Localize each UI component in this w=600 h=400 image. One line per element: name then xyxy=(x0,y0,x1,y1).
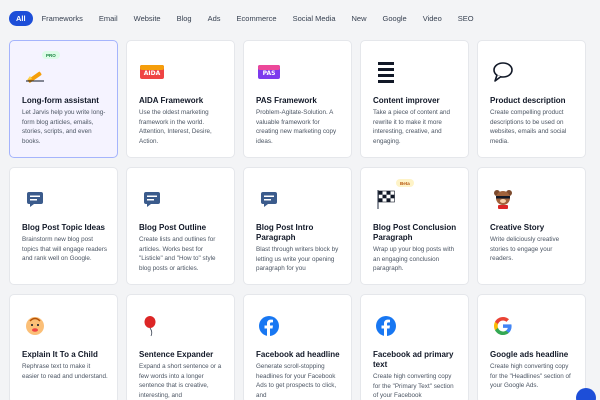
card-title: Explain It To a Child xyxy=(22,350,98,359)
filter-website[interactable]: Website xyxy=(127,11,168,26)
card-description: Rephrase text to make it easier to read … xyxy=(22,363,108,380)
card-description: Create high converting copy for the "Hea… xyxy=(490,363,571,389)
card-title: Creative Story xyxy=(490,223,545,232)
chat-icon xyxy=(139,186,165,212)
template-grid: PRO Long-form assistant Let Jarvis help … xyxy=(9,40,600,285)
card-title: Google ads headline xyxy=(490,350,569,359)
card-description: Let Jarvis help you write long-form blog… xyxy=(22,109,106,145)
pas-icon-text: PAS xyxy=(263,70,276,77)
template-card-facebook-ad-headline[interactable]: Facebook ad headline Generate scroll-sto… xyxy=(243,294,352,400)
card-title: Blog Post Intro Paragraph xyxy=(256,223,314,242)
facebook-icon xyxy=(256,313,282,339)
card-description: Blast through writers block by letting u… xyxy=(256,246,339,272)
facebook-icon xyxy=(373,313,399,339)
beta-badge: Beta xyxy=(396,179,414,187)
filter-frameworks[interactable]: Frameworks xyxy=(35,11,90,26)
card-description: Use the oldest marketing framework in th… xyxy=(139,109,212,145)
card-description: Brainstorm new blog post topics that wil… xyxy=(22,236,108,262)
template-card-pas-framework[interactable]: PAS PAS Framework Problem-Agitate-Soluti… xyxy=(243,40,352,158)
lines-icon xyxy=(373,59,399,85)
card-title: Blog Post Conclusion Paragraph xyxy=(373,223,457,242)
card-title: Long-form assistant xyxy=(22,96,99,105)
filter-ads[interactable]: Ads xyxy=(201,11,228,26)
checkered-flag-icon xyxy=(373,186,399,212)
chat-icon xyxy=(22,186,48,212)
card-title: Sentence Expander xyxy=(139,350,214,359)
category-filter-bar: All Frameworks Email Website Blog Ads Ec… xyxy=(0,0,600,36)
filter-seo[interactable]: SEO xyxy=(451,11,481,26)
card-description: Take a piece of content and rewrite it t… xyxy=(373,109,451,145)
balloon-icon xyxy=(139,313,165,339)
card-description: Create high converting copy for the "Pri… xyxy=(373,373,454,399)
card-title: AIDA Framework xyxy=(139,96,204,105)
template-card-blog-post-topic-ideas[interactable]: Blog Post Topic Ideas Brainstorm new blo… xyxy=(9,167,118,285)
card-description: Write deliciously creative stories to en… xyxy=(490,236,560,262)
aida-icon: AIDA xyxy=(139,59,165,85)
card-title: Blog Post Topic Ideas xyxy=(22,223,105,232)
card-description: Problem-Agitate-Solution. A valuable fra… xyxy=(256,109,337,145)
filter-google[interactable]: Google xyxy=(376,11,414,26)
template-card-blog-post-intro-paragraph[interactable]: Blog Post Intro Paragraph Blast through … xyxy=(243,167,352,285)
pas-icon: PAS xyxy=(256,59,282,85)
pro-badge: PRO xyxy=(42,51,60,59)
card-description: Create compelling product descriptions t… xyxy=(490,109,567,145)
card-description: Wrap up your blog posts with an engaging… xyxy=(373,246,455,272)
speech-bubble-icon xyxy=(490,59,516,85)
filter-social-media[interactable]: Social Media xyxy=(286,11,343,26)
template-card-content-improver[interactable]: Content improver Take a piece of content… xyxy=(360,40,469,158)
card-description: Create lists and outlines for articles. … xyxy=(139,236,216,272)
card-title: Blog Post Outline xyxy=(139,223,207,232)
card-description: Expand a short sentence or a few words i… xyxy=(139,363,222,399)
template-grid-row-3: Explain It To a Child Rephrase text to m… xyxy=(9,294,600,400)
template-card-sentence-expander[interactable]: Sentence Expander Expand a short sentenc… xyxy=(126,294,235,400)
template-card-product-description[interactable]: Product description Create compelling pr… xyxy=(477,40,586,158)
google-icon xyxy=(490,313,516,339)
template-card-long-form-assistant[interactable]: PRO Long-form assistant Let Jarvis help … xyxy=(9,40,118,158)
template-card-blog-post-outline[interactable]: Blog Post Outline Create lists and outli… xyxy=(126,167,235,285)
filter-ecommerce[interactable]: Ecommerce xyxy=(230,11,284,26)
card-description: Generate scroll-stopping headlines for y… xyxy=(256,363,337,399)
filter-video[interactable]: Video xyxy=(416,11,449,26)
bear-icon xyxy=(490,186,516,212)
template-card-aida-framework[interactable]: AIDA AIDA Framework Use the oldest marke… xyxy=(126,40,235,158)
aida-icon-text: AIDA xyxy=(144,70,161,77)
template-card-google-ads-headline[interactable]: Google ads headline Create high converti… xyxy=(477,294,586,400)
template-card-creative-story[interactable]: Creative Story Write deliciously creativ… xyxy=(477,167,586,285)
card-title: PAS Framework xyxy=(256,96,317,105)
filter-new[interactable]: New xyxy=(345,11,374,26)
template-card-explain-it-to-a-child[interactable]: Explain It To a Child Rephrase text to m… xyxy=(9,294,118,400)
card-title: Content improver xyxy=(373,96,440,105)
template-card-blog-post-conclusion-paragraph[interactable]: Beta Blog Post Conclusion Paragraph Wrap… xyxy=(360,167,469,285)
chat-icon xyxy=(256,186,282,212)
card-title: Product description xyxy=(490,96,566,105)
template-card-facebook-ad-primary-text[interactable]: Facebook ad primary text Create high con… xyxy=(360,294,469,400)
filter-all[interactable]: All xyxy=(9,10,33,26)
filter-blog[interactable]: Blog xyxy=(170,11,199,26)
card-title: Facebook ad primary text xyxy=(373,350,454,369)
filter-email[interactable]: Email xyxy=(92,11,125,26)
pencil-icon xyxy=(22,59,48,85)
card-title: Facebook ad headline xyxy=(256,350,340,359)
baby-icon xyxy=(22,313,48,339)
